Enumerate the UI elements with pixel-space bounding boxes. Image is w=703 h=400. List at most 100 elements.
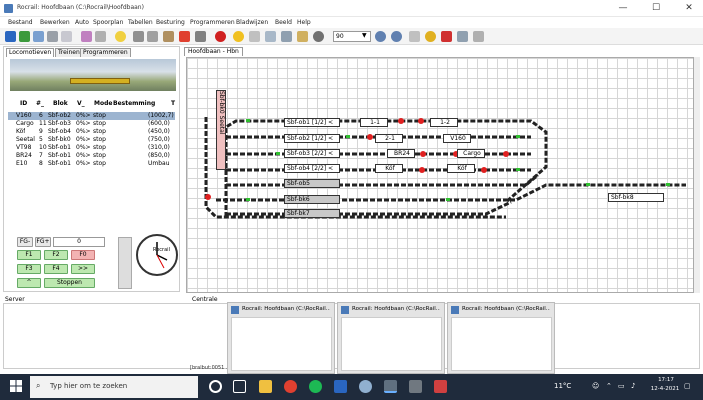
chevron-up-icon[interactable]: ⌃ [606,382,612,390]
app3-icon[interactable] [434,380,447,393]
tab-programmeren[interactable]: Programmeren [80,48,131,57]
block-kof-1[interactable]: Köf [375,164,403,173]
table-icon[interactable] [473,31,484,42]
block-sbf-ob2[interactable]: Sbf-ob2 [1/2] < [284,134,340,143]
block-sbf-bk7[interactable]: Sbf-bk7 [284,209,340,218]
menu-programmeren[interactable]: Programmeren [190,19,235,26]
f1-button[interactable]: F1 [17,250,41,260]
col-header-bestemming[interactable]: Bestemming [113,100,155,107]
windows-start-icon[interactable] [10,380,22,392]
app2-icon[interactable] [409,380,422,393]
block-1-2[interactable]: 1-2 [430,118,458,127]
direction-button[interactable]: ^ [17,278,41,288]
speaker-icon[interactable]: ♪ [631,382,635,390]
auto-icon[interactable] [233,31,244,42]
tab-treinen[interactable]: Treinen [55,48,83,57]
gear-icon[interactable] [441,31,452,42]
block-seetal[interactable]: Sbf-bk0 Seetal [216,90,226,170]
wagon-icon[interactable] [147,31,158,42]
notification-icon[interactable]: ▢ [684,382,691,390]
zoom-out-icon[interactable] [391,31,402,42]
taskbar-time[interactable]: 17:17 [652,377,680,383]
battery-icon[interactable]: ▭ [618,382,625,390]
col-header-mode[interactable]: Mode [94,100,112,107]
minimize-button[interactable]: — [612,0,634,17]
station-icon[interactable] [179,31,190,42]
taskbar-thumbnail[interactable]: Rocrail: Hoofdbaan (C:\RocRail... [447,302,555,374]
wrench-icon[interactable] [81,31,92,42]
taskbar-thumbnail[interactable]: Rocrail: Hoofdbaan (C:\RocRail... [227,302,335,374]
maximize-button[interactable]: ☐ [645,0,667,17]
clock-icon[interactable] [249,31,260,42]
power-icon[interactable] [5,31,16,42]
f2-button[interactable]: F2 [44,250,68,260]
book-icon[interactable] [409,31,420,42]
block-sbf-bk8[interactable]: Sbf-bk8 [608,193,664,202]
tool-icon[interactable] [61,31,72,42]
task-view-icon[interactable] [233,380,246,393]
table-row[interactable]: E10 8 Sbf-ob1 0%> stop Umbau [8,160,175,168]
app-icon[interactable] [359,380,372,393]
shuffle-icon[interactable] [281,31,292,42]
block-cargo[interactable]: Cargo [457,149,485,158]
f3-button[interactable]: F3 [17,264,41,274]
owl-icon[interactable] [425,31,436,42]
settings-icon[interactable] [297,31,308,42]
menu-bladwijzen[interactable]: Bladwijzen [236,19,268,26]
col-header-blok[interactable]: Blok [53,100,68,107]
weather-temp[interactable]: 11°C [554,382,571,390]
visual-studio-icon[interactable] [334,380,347,393]
vertical-scrollbar[interactable] [694,57,700,293]
print-icon[interactable] [47,31,58,42]
menu-tabellen[interactable]: Tabellen [128,19,153,26]
chevron-down-icon[interactable]: ▼ [362,32,367,39]
menu-bestand[interactable]: Bestand [8,19,33,26]
fg-plus-button[interactable]: FG+ [35,237,51,247]
chrome-icon[interactable] [284,380,297,393]
timer-icon[interactable] [313,31,324,42]
menu-beeld[interactable]: Beeld [275,19,292,26]
menu-bewerken[interactable]: Bewerken [40,19,70,26]
close-button[interactable]: ✕ [678,0,700,17]
block-sbf-ob3[interactable]: Sbf-ob3 [2/2] < [284,149,340,158]
col-header-nr[interactable]: #_ [36,100,44,107]
bulb-icon[interactable] [115,31,126,42]
edit-icon[interactable] [95,31,106,42]
zoom-in-icon[interactable] [375,31,386,42]
block-sbf-ob1[interactable]: Sbf-ob1 [1/2] < [284,118,340,127]
col-header-v[interactable]: V_ [77,100,85,107]
col-header-t[interactable]: T [171,100,175,107]
col-header-id[interactable]: ID [20,100,27,107]
speed-field[interactable]: 0 [53,237,105,247]
f0-button[interactable]: F0 [71,250,95,260]
go-icon[interactable] [19,31,30,42]
menu-spoorplan[interactable]: Spoorplan [93,19,123,26]
block-1-1[interactable]: 1-1 [360,118,388,127]
stop-icon[interactable] [215,31,226,42]
table-row[interactable]: Cargo 11 Sbf-ob3 0%> stop (600,0) [8,120,175,128]
speed-slider[interactable] [118,237,132,289]
block-br24[interactable]: BR24 [387,149,415,158]
route-icon[interactable] [163,31,174,42]
spotify-icon[interactable] [309,380,322,393]
block-v160[interactable]: V160 [443,134,471,143]
block-icon[interactable] [195,31,206,42]
block-sbf-bk6[interactable]: Sbf-bk6 [284,195,340,204]
list-icon[interactable] [457,31,468,42]
people-icon[interactable]: ☺ [592,382,599,390]
taskbar-thumbnail[interactable]: Rocrail: Hoofdbaan (C:\RocRail... [337,302,445,374]
cloud-icon[interactable] [265,31,276,42]
fg-minus-button[interactable]: FG- [17,237,33,247]
table-row[interactable]: VT98 10 Sbf-ob1 0%> stop (310,0) [8,144,175,152]
menu-besturing[interactable]: Besturing [156,19,185,26]
menu-auto[interactable]: Auto [75,19,89,26]
table-row[interactable]: Köf 9 Sbf-ob4 0%> stop (450,0) [8,128,175,136]
block-2-1[interactable]: 2-1 [375,134,403,143]
f4-button[interactable]: F4 [44,264,68,274]
tab-locomotieven[interactable]: Locomotieven [6,48,55,57]
train-icon[interactable] [133,31,144,42]
save-icon[interactable] [33,31,44,42]
tab-hoofdbaan[interactable]: Hoofdbaan - Hbn [184,47,243,56]
rocrail-taskbar-icon[interactable] [384,380,397,393]
block-sbf-ob5[interactable]: Sbf-ob5 [284,179,340,188]
